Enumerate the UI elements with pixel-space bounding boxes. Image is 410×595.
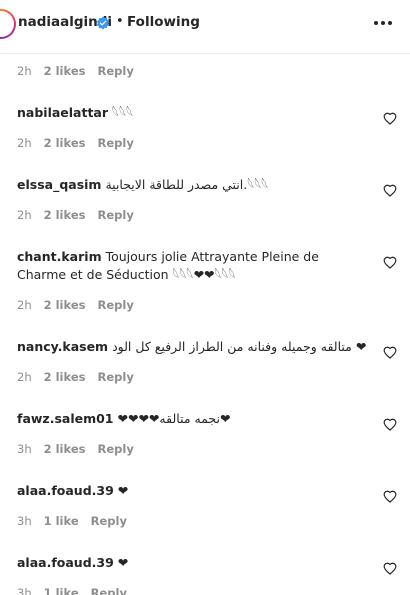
comment-text: ❤❤❤❤نجمه متالقه❤	[117, 411, 231, 426]
reply-button[interactable]: Reply	[97, 136, 133, 150]
verified-badge-icon	[96, 16, 110, 30]
comment-text: 𓆩𓆩𓆩	[112, 105, 134, 120]
comment-meta: 2h 2 likes Reply	[17, 370, 134, 384]
reply-button[interactable]: Reply	[97, 442, 133, 456]
comment-body: alaa.foaud.39 ❤	[17, 554, 367, 572]
comment-username[interactable]: chant.karim	[17, 249, 102, 264]
comment-meta: 2h 2 likes Reply	[17, 298, 134, 312]
comment-text: ❤	[117, 483, 129, 498]
comment-username[interactable]: elssa_qasim	[17, 177, 101, 192]
comment-body: nabilaelattar 𓆩𓆩𓆩	[17, 104, 367, 122]
comment-likes-link[interactable]: 2 likes	[44, 64, 86, 78]
comment-meta: 3h 2 likes Reply	[17, 442, 134, 456]
comment-username[interactable]: nabilaelattar	[17, 105, 108, 120]
comment-text: متالقه وجميله وفنانه من الطراز الرفيع كل…	[112, 339, 367, 354]
comment-username[interactable]: alaa.foaud.39	[17, 483, 114, 498]
comment-time: 3h	[17, 442, 32, 456]
reply-button[interactable]: Reply	[91, 514, 127, 528]
comment-time: 2h	[17, 64, 32, 78]
comment-username[interactable]: nancy.kasem	[17, 339, 108, 354]
comment-username[interactable]: alaa.foaud.39	[17, 555, 114, 570]
comment-likes-link[interactable]: 1 like	[44, 586, 79, 595]
more-options-icon[interactable]	[372, 16, 394, 30]
comment-likes-link[interactable]: 1 like	[44, 514, 79, 528]
comment-meta: 2h 2 likes Reply	[17, 208, 134, 222]
comment-body: nancy.kasem متالقه وجميله وفنانه من الطرا…	[17, 338, 367, 356]
avatar[interactable]	[0, 9, 16, 39]
heart-outline-icon[interactable]	[383, 256, 397, 269]
reply-button[interactable]: Reply	[97, 208, 133, 222]
reply-button[interactable]: Reply	[97, 64, 133, 78]
comment-time: 3h	[17, 586, 32, 595]
reply-button[interactable]: Reply	[97, 370, 133, 384]
reply-button[interactable]: Reply	[97, 298, 133, 312]
comment-likes-link[interactable]: 2 likes	[44, 136, 86, 150]
comment-username[interactable]: fawz.salem01	[17, 411, 114, 426]
comment-time: 2h	[17, 298, 32, 312]
heart-outline-icon[interactable]	[383, 418, 397, 431]
comment-time: 3h	[17, 514, 32, 528]
comment-body: elssa_qasim انتي مصدر للطاقة الايجابية.𓆩𓆩…	[17, 176, 367, 194]
heart-outline-icon[interactable]	[383, 562, 397, 575]
comment-body: fawz.salem01 ❤❤❤❤نجمه متالقه❤	[17, 410, 367, 428]
comment-text: ❤	[117, 555, 129, 570]
comments-list[interactable]: 2h 2 likes Reply nabilaelattar 𓆩𓆩𓆩 2h 2 like…	[0, 54, 410, 595]
post-header: nadiaalgindi • Following	[0, 0, 410, 54]
comment-time: 2h	[17, 208, 32, 222]
comment-likes-link[interactable]: 2 likes	[44, 298, 86, 312]
heart-outline-icon[interactable]	[383, 490, 397, 503]
heart-outline-icon[interactable]	[383, 346, 397, 359]
header-separator: •	[116, 14, 124, 29]
comment-meta: 3h 1 like Reply	[17, 586, 127, 595]
comment-time: 2h	[17, 370, 32, 384]
heart-outline-icon[interactable]	[383, 112, 397, 125]
reply-button[interactable]: Reply	[91, 586, 127, 595]
comment-meta: 2h 2 likes Reply	[17, 64, 134, 78]
comment-meta: 2h 2 likes Reply	[17, 136, 134, 150]
comment-body: chant.karim Toujours jolie Attrayante Ple…	[17, 248, 367, 284]
comment-body: alaa.foaud.39 ❤	[17, 482, 367, 500]
comment-likes-link[interactable]: 2 likes	[44, 442, 86, 456]
comment-likes-link[interactable]: 2 likes	[44, 208, 86, 222]
comment-likes-link[interactable]: 2 likes	[44, 370, 86, 384]
comment-time: 2h	[17, 136, 32, 150]
heart-outline-icon[interactable]	[383, 184, 397, 197]
comment-text: انتي مصدر للطاقة الايجابية.𓆩𓆩𓆩	[105, 177, 269, 192]
following-button[interactable]: Following	[127, 14, 200, 30]
comment-meta: 3h 1 like Reply	[17, 514, 127, 528]
